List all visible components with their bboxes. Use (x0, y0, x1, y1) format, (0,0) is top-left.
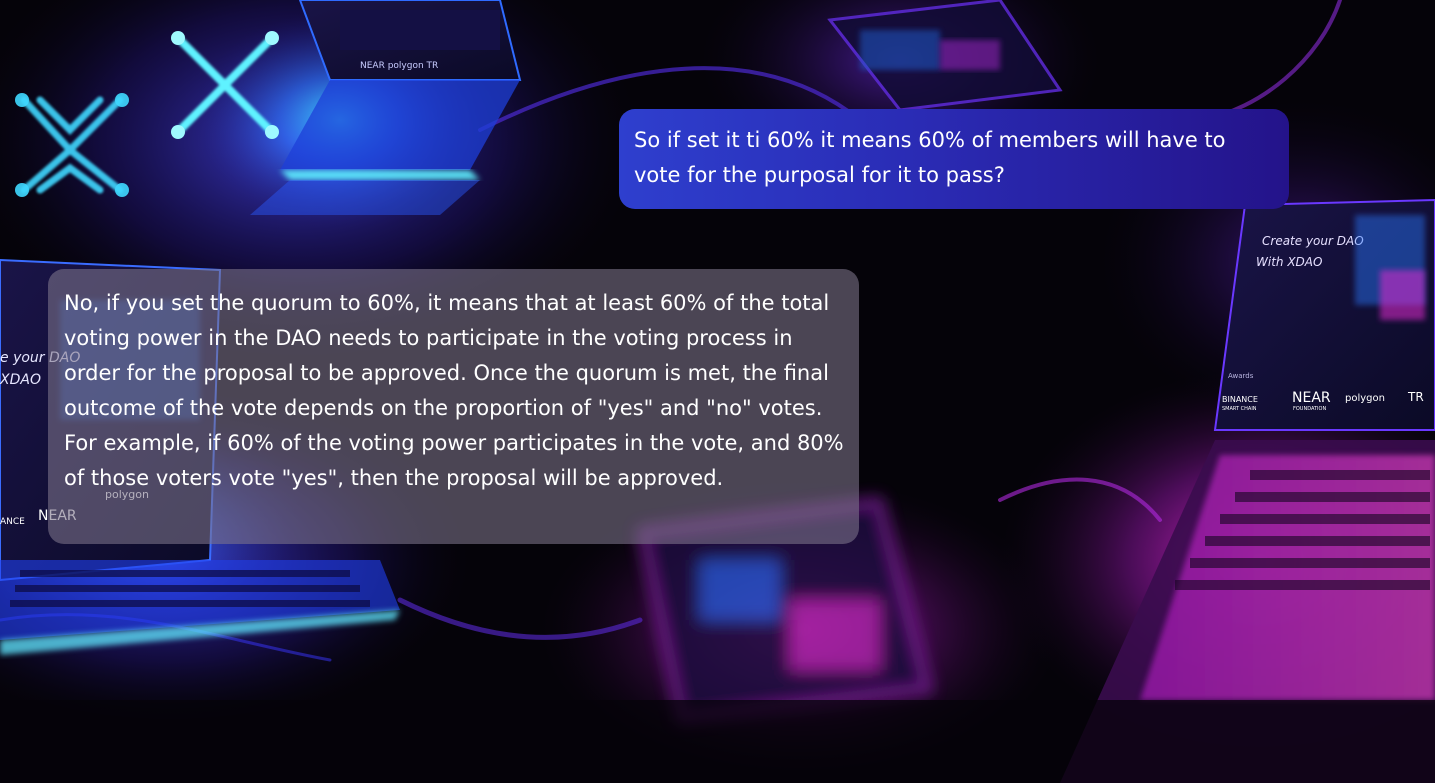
svg-text:TR: TR (1407, 390, 1424, 404)
svg-text:Create your DAO: Create your DAO (1262, 234, 1364, 248)
svg-text:With XDAO: With XDAO (1256, 255, 1322, 269)
svg-text:FOUNDATION: FOUNDATION (1293, 406, 1326, 412)
svg-text:SMART CHAIN: SMART CHAIN (1222, 406, 1257, 412)
svg-text:Awards: Awards (1228, 372, 1254, 380)
chat-screenshot: NEAR polygon TR Create your DAO With XDA… (0, 0, 1435, 783)
svg-text:NEAR: NEAR (1292, 390, 1331, 406)
svg-text:ANCE: ANCE (0, 517, 25, 527)
svg-text:XDAO: XDAO (0, 372, 41, 388)
user-message-bubble: So if set it ti 60% it means 60% of memb… (619, 109, 1289, 209)
svg-text:NEAR polygon TR: NEAR polygon TR (360, 61, 438, 71)
svg-text:BINANCE: BINANCE (1222, 395, 1258, 404)
assistant-message-text: No, if you set the quorum to 60%, it mea… (64, 291, 844, 490)
svg-text:polygon: polygon (1345, 393, 1385, 404)
user-message-text: So if set it ti 60% it means 60% of memb… (634, 128, 1226, 187)
assistant-message-bubble: No, if you set the quorum to 60%, it mea… (48, 269, 859, 544)
